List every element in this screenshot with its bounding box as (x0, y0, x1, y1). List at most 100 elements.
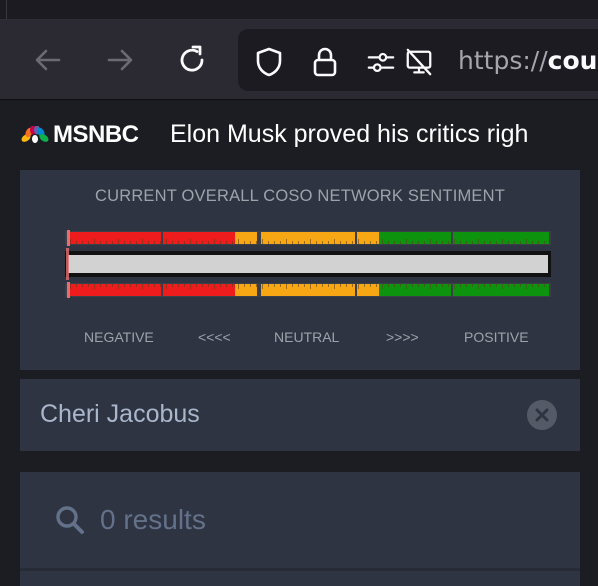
meter-tick (418, 241, 419, 244)
meter-tick (514, 241, 515, 244)
meter-tick (358, 284, 359, 289)
meter-tick (406, 284, 407, 289)
meter-tick (334, 239, 335, 244)
meter-tick (490, 241, 491, 244)
meter-tick (466, 241, 467, 244)
search-value[interactable]: Cheri Jacobus (40, 400, 200, 429)
url-text[interactable]: https://cou (458, 46, 597, 75)
meter-tick (172, 284, 173, 287)
meter-tick (178, 241, 179, 244)
meter-tick (406, 239, 407, 244)
meter-tick (100, 284, 101, 287)
meter-tick (520, 241, 521, 244)
results-divider (20, 568, 580, 571)
meter-tick (142, 284, 143, 289)
meter-tick (448, 241, 449, 244)
meter-tick (196, 241, 197, 244)
meter-tick (424, 284, 425, 287)
meter-tick (244, 241, 245, 244)
meter-tick (532, 284, 533, 287)
url-bar[interactable]: https://cou (238, 29, 598, 91)
meter-tick (316, 241, 317, 244)
meter-tick (358, 239, 359, 244)
meter-tick (460, 241, 461, 244)
meter-tick (472, 284, 473, 287)
meter-tick (88, 284, 89, 287)
meter-tick (232, 241, 233, 244)
meter-indicator-top (67, 230, 70, 246)
peacock-icon (21, 126, 49, 143)
label-negative: NEGATIVE (84, 329, 154, 345)
meter-tick (88, 241, 89, 244)
meter-tick (148, 284, 149, 287)
label-left-arrows: <<<< (198, 329, 231, 345)
meter-tick (310, 239, 311, 244)
meter-tick (430, 239, 431, 244)
label-positive: POSITIVE (464, 329, 529, 345)
label-neutral: NEUTRAL (274, 329, 340, 345)
clear-icon (535, 408, 549, 422)
meter-tick (418, 284, 419, 287)
meter-tick (502, 284, 503, 289)
back-button[interactable] (28, 40, 68, 80)
toolbar-divider (0, 99, 598, 100)
meter-tick (94, 284, 95, 289)
reload-button[interactable] (172, 40, 212, 80)
meter-tick (256, 241, 257, 244)
article-headline[interactable]: Elon Musk proved his critics righ (170, 120, 528, 149)
meter-tick (400, 284, 401, 287)
sentiment-panel: CURRENT OVERALL COSO NETWORK SENTIMENT N… (20, 170, 580, 370)
meter-tick (118, 239, 119, 244)
meter-tick (484, 284, 485, 287)
meter-tick (478, 239, 479, 244)
meter-tick (328, 284, 329, 287)
meter-tick (376, 284, 377, 287)
camera-off-icon[interactable] (404, 47, 434, 77)
meter-tick (82, 241, 83, 244)
forward-button[interactable] (100, 40, 140, 80)
meter-tick (310, 284, 311, 289)
browser-toolbar: https://cou (0, 20, 598, 100)
meter-tick (238, 239, 239, 244)
meter-tick (202, 241, 203, 244)
meter-tick (412, 284, 413, 287)
meter-tick (472, 241, 473, 244)
results-summary: 0 results (54, 504, 206, 536)
meter-tick (166, 284, 167, 289)
meter-tick (250, 241, 251, 244)
meter-tick (346, 284, 347, 287)
permissions-icon[interactable] (366, 47, 396, 77)
shield-icon[interactable] (254, 47, 284, 77)
meter-indicator-needle (66, 248, 69, 280)
meter-tick (76, 284, 77, 287)
tab-edge[interactable] (0, 0, 7, 20)
meter-tick (496, 284, 497, 287)
meter-tick (484, 241, 485, 244)
meter-tick (502, 239, 503, 244)
meter-tick (526, 239, 527, 244)
meter-tick (262, 284, 263, 289)
meter-tick (322, 284, 323, 287)
results-header: 0 results (20, 472, 580, 568)
search-field[interactable]: Cheri Jacobus (20, 379, 580, 451)
meter-tick (268, 241, 269, 244)
meter-tick (460, 284, 461, 287)
meter-tick (196, 284, 197, 287)
lock-icon[interactable] (310, 47, 340, 77)
meter-tick (352, 241, 353, 244)
clear-button[interactable] (527, 400, 557, 430)
meter-tick (130, 241, 131, 244)
meter-labels: NEGATIVE <<<< NEUTRAL >>>> POSITIVE (20, 329, 580, 349)
meter-tick (340, 241, 341, 244)
meter-bottom-segment-0 (67, 284, 161, 296)
meter-tick (220, 241, 221, 244)
meter-tick (394, 241, 395, 244)
meter-tick (250, 284, 251, 287)
meter-tick (490, 284, 491, 287)
meter-tick (370, 284, 371, 287)
meter-tick (154, 241, 155, 244)
meter-tick (442, 284, 443, 287)
headline-row[interactable]: MSNBC Elon Musk proved his critics righ (0, 101, 598, 167)
meter-tick (454, 239, 455, 244)
meter-tick (388, 284, 389, 287)
